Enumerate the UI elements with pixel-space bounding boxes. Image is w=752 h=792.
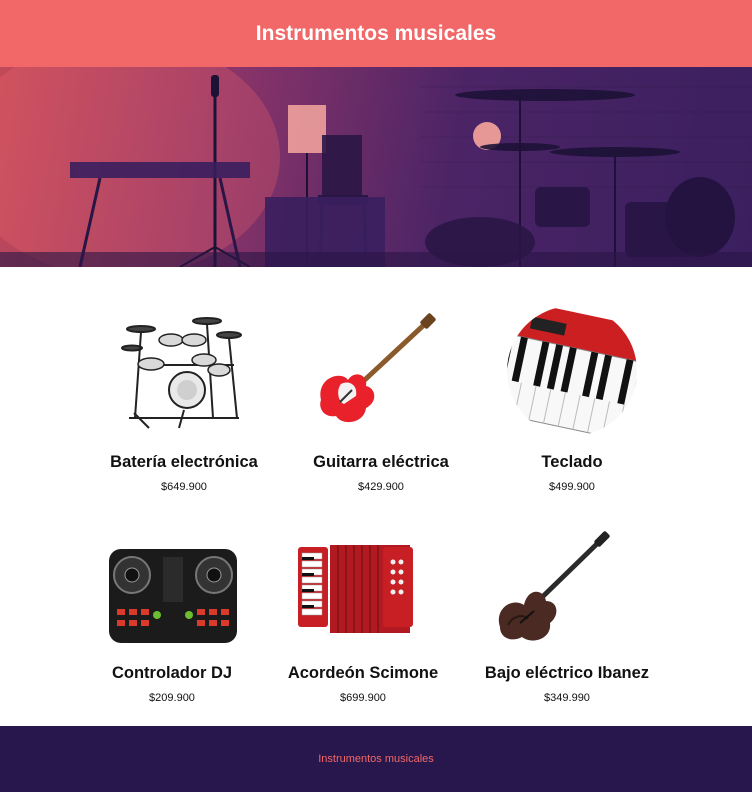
product-name[interactable]: Bajo eléctrico Ibanez <box>452 664 682 683</box>
dj-controller-icon <box>109 549 237 643</box>
product-price: $349.990 <box>544 692 590 704</box>
product-name[interactable]: Acordeón Scimone <box>248 664 478 683</box>
electric-guitar-icon <box>320 313 436 423</box>
product-price: $499.900 <box>549 481 595 493</box>
keyboard-icon <box>507 308 637 436</box>
product-price: $699.900 <box>340 692 386 704</box>
product-price: $209.900 <box>149 692 195 704</box>
product-name[interactable]: Batería electrónica <box>69 453 299 472</box>
page-footer: Instrumentos musicales <box>0 726 752 792</box>
page-title: Instrumentos musicales <box>255 21 497 45</box>
product-price: $429.900 <box>358 481 404 493</box>
product-name[interactable]: Teclado <box>457 453 687 472</box>
product-price: $649.900 <box>161 481 207 493</box>
accordion-icon <box>298 545 413 633</box>
footer-text: Instrumentos musicales <box>318 753 434 765</box>
product-grid: Batería electrónica $649.900 Guitarra el… <box>0 267 752 726</box>
bass-guitar-icon <box>498 531 610 641</box>
page-header: Instrumentos musicales <box>0 0 752 67</box>
stage-drums-photo <box>0 67 752 267</box>
drum-kit-icon <box>121 317 242 429</box>
hero-banner <box>0 67 752 267</box>
